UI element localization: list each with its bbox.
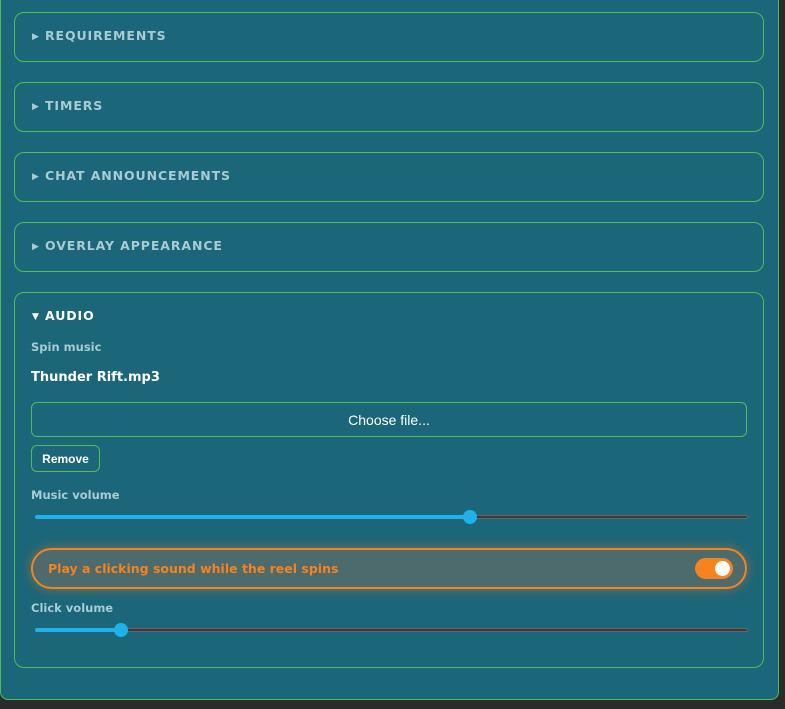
triangle-down-icon: ▼ (32, 312, 39, 322)
section-title: REQUIREMENTS (45, 28, 167, 43)
settings-panel: ▶ REQUIREMENTS ▶ TIMERS ▶ CHAT ANNOUNCEMENT… (0, 0, 779, 700)
slider-thumb[interactable] (462, 510, 477, 524)
toggle-knob (715, 561, 730, 576)
section-title: TIMERS (45, 98, 104, 113)
section-chat-announcements-header[interactable]: ▶ CHAT ANNOUNCEMENTS (32, 168, 231, 183)
click-sound-toggle-row[interactable]: Play a clicking sound while the reel spi… (31, 548, 747, 589)
remove-button[interactable]: Remove (31, 445, 100, 472)
section-timers-header[interactable]: ▶ TIMERS (32, 98, 103, 113)
section-title: AUDIO (45, 308, 95, 323)
section-overlay-appearance[interactable]: ▶ OVERLAY APPEARANCE (14, 222, 764, 272)
section-title: OVERLAY APPEARANCE (45, 238, 223, 253)
slider-fill (35, 628, 121, 632)
spin-music-file-name: Thunder Rift.mp3 (31, 370, 160, 385)
click-volume-slider[interactable] (35, 623, 748, 637)
triangle-right-icon: ▶ (32, 172, 39, 182)
section-overlay-appearance-header[interactable]: ▶ OVERLAY APPEARANCE (32, 238, 223, 253)
click-volume-label: Click volume (31, 601, 114, 615)
triangle-right-icon: ▶ (32, 102, 39, 112)
section-chat-announcements[interactable]: ▶ CHAT ANNOUNCEMENTS (14, 152, 764, 202)
click-sound-label: Play a clicking sound while the reel spi… (48, 561, 339, 576)
section-timers[interactable]: ▶ TIMERS (14, 82, 764, 132)
slider-thumb[interactable] (113, 623, 128, 637)
click-sound-toggle[interactable] (695, 558, 733, 579)
section-audio: ▼ AUDIO Spin music Thunder Rift.mp3 Choos… (14, 292, 764, 668)
section-audio-header[interactable]: ▼ AUDIO (32, 308, 95, 323)
music-volume-label: Music volume (31, 488, 120, 502)
section-requirements[interactable]: ▶ REQUIREMENTS (14, 12, 764, 62)
slider-fill (35, 515, 470, 519)
section-requirements-header[interactable]: ▶ REQUIREMENTS (32, 28, 167, 43)
choose-file-button[interactable]: Choose file... (31, 402, 747, 437)
music-volume-slider[interactable] (35, 510, 748, 524)
section-title: CHAT ANNOUNCEMENTS (45, 168, 231, 183)
triangle-right-icon: ▶ (32, 242, 39, 252)
spin-music-label: Spin music (31, 340, 102, 354)
slider-track (35, 628, 748, 632)
triangle-right-icon: ▶ (32, 32, 39, 42)
